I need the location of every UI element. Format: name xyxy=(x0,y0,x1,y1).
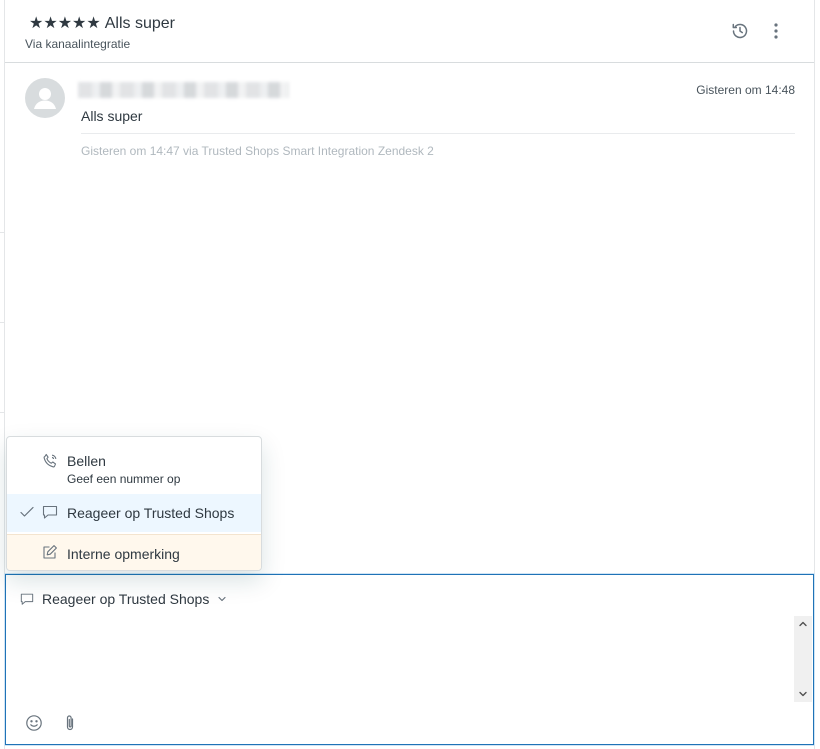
editor-scrollbar[interactable] xyxy=(794,616,812,702)
left-edge-rule xyxy=(0,322,4,323)
emoji-button[interactable] xyxy=(24,713,44,733)
avatar xyxy=(25,78,65,118)
menu-item-reply-trusted-shops[interactable]: Reageer op Trusted Shops xyxy=(7,494,261,532)
channel-selector-button[interactable]: Reageer op Trusted Shops xyxy=(20,589,227,609)
menu-item-internal-note[interactable]: Interne opmerking xyxy=(7,534,261,570)
paperclip-icon xyxy=(66,715,74,731)
ticket-title-text: Alls super xyxy=(104,15,175,32)
history-icon xyxy=(732,23,748,39)
left-edge-rule xyxy=(0,412,4,413)
ticket-header: ★★★★★ Alls super Via kanaalintegratie xyxy=(5,0,814,63)
phone-icon xyxy=(43,453,57,468)
scroll-down-button[interactable] xyxy=(794,686,812,702)
history-button[interactable] xyxy=(729,20,751,42)
menu-item-reply-label: Reageer op Trusted Shops xyxy=(67,505,235,521)
note-edit-icon xyxy=(43,545,57,559)
chevron-down-icon xyxy=(799,691,807,697)
user-icon xyxy=(34,88,56,109)
reply-composer: Reageer op Trusted Shops xyxy=(5,574,814,745)
channel-selector-label: Reageer op Trusted Shops xyxy=(42,591,210,607)
message-divider xyxy=(81,133,795,134)
menu-item-note-label: Interne opmerking xyxy=(67,546,180,562)
left-edge-rule xyxy=(0,232,4,233)
ticket-title: ★★★★★ Alls super xyxy=(29,13,175,33)
rating-stars: ★★★★★ xyxy=(29,15,101,32)
sender-name-redacted xyxy=(78,82,289,98)
more-options-button[interactable] xyxy=(765,20,787,42)
chevron-down-icon xyxy=(218,596,226,602)
attach-button[interactable] xyxy=(60,713,80,733)
ticket-channel-subtitle: Via kanaalintegratie xyxy=(25,37,131,51)
check-icon xyxy=(20,506,34,517)
menu-item-call-label: Bellen xyxy=(67,453,106,469)
message-meta: Gisteren om 14:47 via Trusted Shops Smar… xyxy=(81,144,434,158)
chevron-up-icon xyxy=(799,621,807,627)
menu-item-call-hint: Geef een nummer op xyxy=(67,472,181,486)
reply-editor[interactable] xyxy=(20,617,790,697)
channel-menu: Bellen Geef een nummer op Reageer op Tru… xyxy=(6,436,262,571)
scroll-up-button[interactable] xyxy=(794,616,812,632)
ticket-conversation-panel: ★★★★★ Alls super Via kanaalintegratie Gis… xyxy=(4,0,815,749)
emoji-icon xyxy=(26,715,42,731)
menu-item-call[interactable]: Bellen Geef een nummer op xyxy=(7,437,261,493)
message-timestamp: Gisteren om 14:48 xyxy=(696,83,795,97)
speech-bubble-icon xyxy=(42,505,58,519)
more-vertical-icon xyxy=(774,23,778,39)
speech-bubble-icon xyxy=(20,593,34,605)
message-body: Alls super xyxy=(81,108,143,124)
